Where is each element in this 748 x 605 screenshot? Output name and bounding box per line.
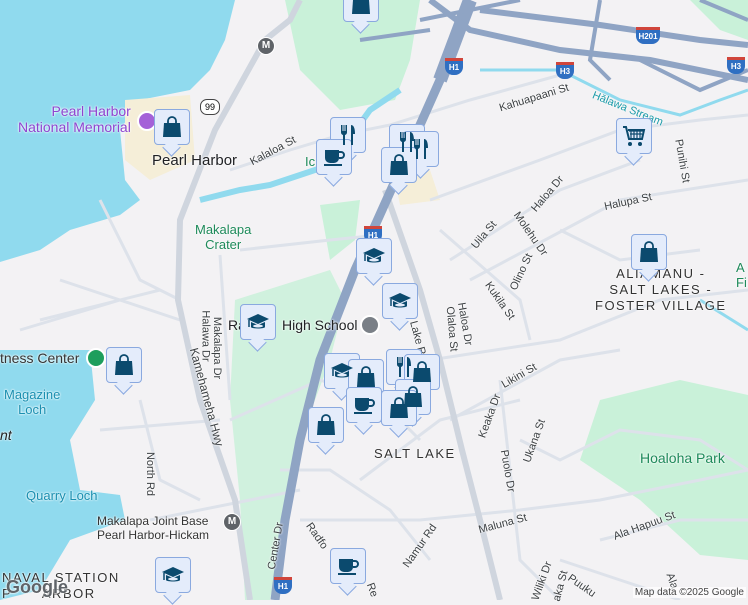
h3-shield: H3 [727,57,745,74]
shopping-marker[interactable] [308,407,344,443]
graduation-cap-icon [388,289,412,313]
label-partial: A Fi [736,260,747,290]
shopping-marker[interactable] [154,109,190,145]
school-marker[interactable] [240,304,276,340]
restaurant-icon [336,123,360,147]
metro-station-icon[interactable]: M [257,37,275,55]
label-hoaloha-park[interactable]: Hoaloha Park [640,451,725,466]
h201-shield: H201 [636,27,660,44]
shopping-bag-icon [349,0,373,16]
label-aliamanu: ALIAMANU - SALT LAKES - FOSTER VILLAGE [595,266,727,313]
graduation-cap-icon [330,359,354,383]
h3-shield: H3 [556,62,574,79]
hoaloha-park [580,380,748,560]
school-marker[interactable] [356,238,392,274]
cafe-cup-icon [336,554,360,578]
fitness-pin-icon[interactable] [86,348,106,368]
label-fitness-center[interactable]: tness Center [0,350,79,366]
graduation-cap-icon [161,563,185,587]
poi-pearl-harbor-memorial[interactable]: Pearl Harbor National Memorial [18,103,131,135]
route-99-shield: 99 [200,99,220,115]
shopping-bag-icon [637,240,661,264]
shopping-marker[interactable] [343,0,379,22]
label-pearl-harbor: Pearl Harbor [152,152,238,169]
shopping-bag-icon [112,353,136,377]
shopping-bag-icon [354,365,378,389]
school-marker[interactable] [155,557,191,593]
graduation-cap-icon [246,310,270,334]
shopping-bag-icon [160,115,184,139]
shopping-bag-icon [410,360,434,384]
label-salt-lake: SALT LAKE [374,446,456,461]
map-attribution[interactable]: Map data ©2025 Google [632,587,746,598]
graduation-cap-icon [362,244,386,268]
h1-shield: H1 [445,58,463,75]
h1-shield: H1 [274,577,292,594]
shopping-marker[interactable] [106,347,142,383]
shopping-cart-icon [622,124,646,148]
shopping-marker[interactable] [631,234,667,270]
park-area [320,200,360,260]
school-marker[interactable] [382,283,418,319]
poi-label: Pearl Harbor National Memorial [18,103,131,135]
cafe-cup-icon [352,393,376,417]
street-label: North Rd [144,451,157,497]
label-quarry-loch: Quarry Loch [26,488,98,503]
shopping-bag-icon [314,413,338,437]
google-logo: Google [6,577,68,597]
label-magazine-loch: Magazine Loch [4,387,61,417]
shopping-bag-icon [387,153,411,177]
label-high-school[interactable]: High School [282,317,358,333]
metro-station-icon[interactable]: M [223,513,241,531]
cafe-marker[interactable] [330,548,366,584]
street-label: Makalapa Dr [211,316,224,380]
label-makalapa-station[interactable]: Makalapa Joint Base Pearl Harbor-Hickam [97,514,209,542]
label-partial: nt [0,427,12,443]
supermarket-marker[interactable] [616,118,652,154]
restaurant-icon [409,137,433,161]
label-makalapa-crater: Makalapa Crater [195,222,252,252]
cafe-cup-icon [322,145,346,169]
shopping-bag-icon [387,396,411,420]
school-poi-icon[interactable] [360,315,380,335]
cafe-marker[interactable] [346,387,382,423]
